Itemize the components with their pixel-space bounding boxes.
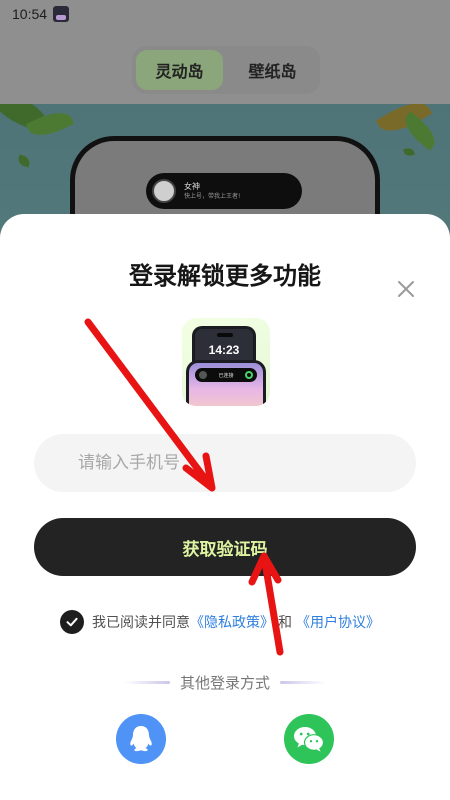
- wechat-login-button[interactable]: [284, 714, 334, 764]
- privacy-policy-link[interactable]: 《隐私政策》: [190, 612, 274, 632]
- user-agreement-link[interactable]: 《用户协议》: [296, 612, 380, 632]
- qq-icon: [130, 726, 152, 752]
- avatar: [152, 179, 176, 203]
- app-notification-icon: [53, 6, 70, 22]
- qq-login-button[interactable]: [116, 714, 166, 764]
- login-sheet: 登录解锁更多功能 14:23 已连接 获取验证码 我已阅读并同意 《隐私政策》: [0, 214, 450, 800]
- wechat-icon: [294, 727, 325, 752]
- sheet-title: 登录解锁更多功能: [129, 262, 321, 290]
- phone-illustration-front: 已连接: [186, 360, 266, 406]
- agreement-text: 我已阅读并同意: [92, 615, 190, 631]
- island-preview: 女神 快上号，带我上王者!: [146, 173, 302, 209]
- leaf-decoration: [16, 154, 32, 168]
- phone-number-input[interactable]: [34, 434, 416, 492]
- status-time: 10:54: [12, 6, 48, 22]
- feature-illustration: 14:23 已连接: [182, 318, 270, 406]
- tab-wallpaper-island[interactable]: 壁纸岛: [229, 50, 316, 90]
- illustration-island-label: 已连接: [218, 372, 234, 379]
- divider-line: [123, 680, 170, 684]
- status-bar: 10:54: [0, 0, 450, 28]
- divider-line: [280, 680, 326, 684]
- other-login-divider: 其他登录方式: [0, 672, 450, 692]
- agreement-and: 和: [278, 615, 292, 631]
- other-login-label: 其他登录方式: [179, 673, 270, 692]
- illustration-time: 14:23: [208, 343, 240, 357]
- close-icon[interactable]: [394, 277, 418, 301]
- illustration-island: 已连接: [195, 368, 257, 382]
- island-contact-name: 女神: [184, 182, 200, 191]
- tab-dynamic-island[interactable]: 灵动岛: [136, 50, 223, 90]
- get-code-button[interactable]: 获取验证码: [34, 518, 416, 576]
- island-message: 快上号，带我上王者!: [184, 193, 241, 200]
- checkbox-checked-icon[interactable]: [60, 610, 84, 634]
- agreement-row: 我已阅读并同意 《隐私政策》 和 《用户协议》: [60, 610, 380, 634]
- mode-tabs: 灵动岛 壁纸岛: [132, 46, 320, 94]
- leaf-decoration: [403, 146, 415, 158]
